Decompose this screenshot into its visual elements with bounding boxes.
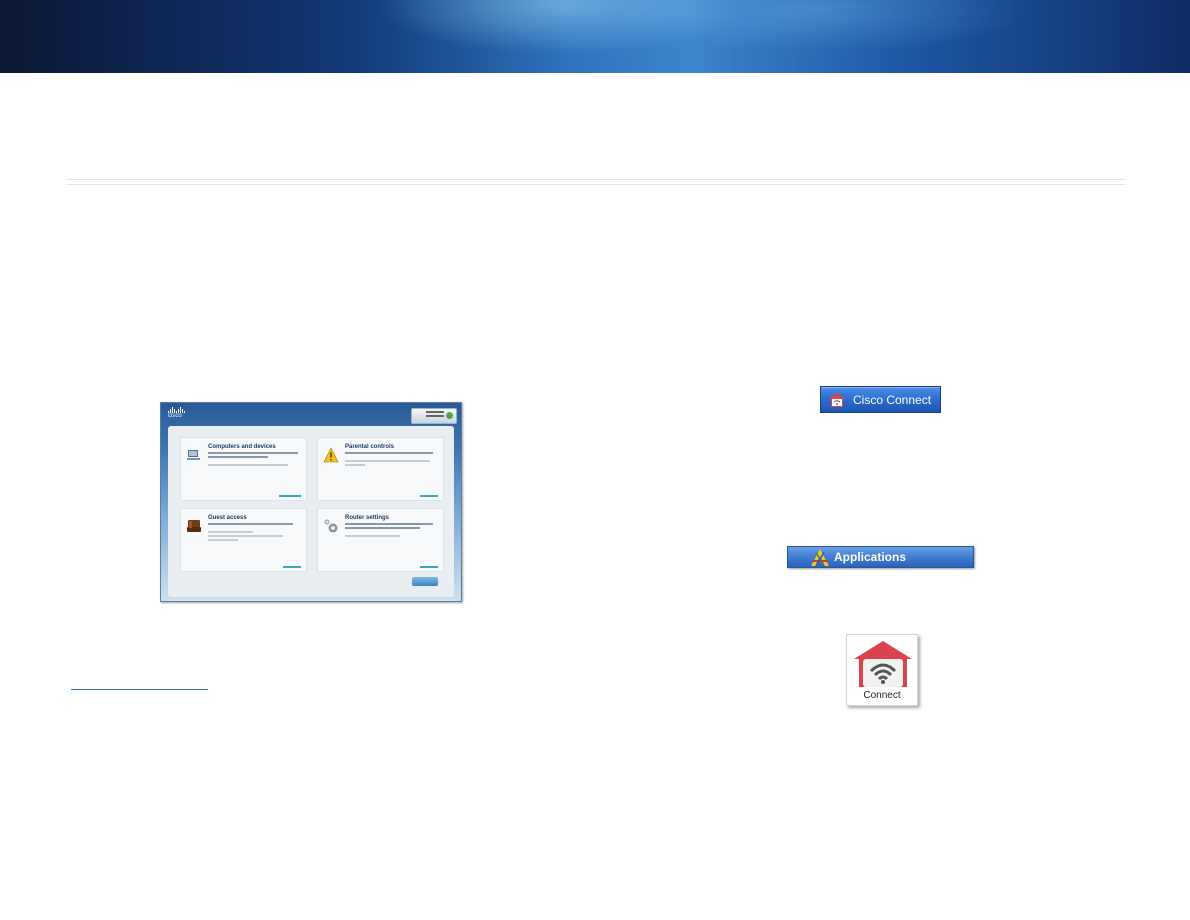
- applications-icon: [811, 549, 829, 566]
- cisco-connect-button[interactable]: Cisco Connect: [820, 386, 941, 413]
- guest-chair-icon: [187, 520, 201, 532]
- tile-parental-controls: Parental controls: [317, 437, 444, 501]
- connect-app-label: Connect: [863, 690, 901, 701]
- computer-icon: [187, 450, 200, 460]
- exit-button: [412, 577, 438, 586]
- connect-app-icon[interactable]: Connect: [846, 634, 918, 706]
- header-banner: [0, 0, 1190, 73]
- header-rule-top: [67, 179, 1125, 180]
- main-menu-panel: Computers and devices Parental controls …: [168, 426, 454, 597]
- applications-folder-bar[interactable]: Applications: [787, 546, 974, 568]
- link-underline: [71, 689, 208, 690]
- gear-icon: [324, 519, 338, 533]
- cisco-connect-screenshot: cisco Computers and devices Parental con…: [160, 402, 462, 602]
- applications-label: Applications: [834, 550, 907, 564]
- tile-guest-access: Guest access: [180, 508, 307, 572]
- cisco-connect-label: Cisco Connect: [853, 393, 932, 407]
- tile-computers-and-devices: Computers and devices: [180, 437, 307, 501]
- tile-router-settings: Router settings: [317, 508, 444, 572]
- cisco-connect-icon: [829, 393, 845, 407]
- cisco-logo: cisco: [168, 407, 185, 420]
- header-rule-bottom: [67, 184, 1125, 185]
- router-status-indicator: [411, 408, 457, 424]
- warning-icon: [323, 447, 339, 463]
- connect-house-wifi-icon: [854, 641, 912, 687]
